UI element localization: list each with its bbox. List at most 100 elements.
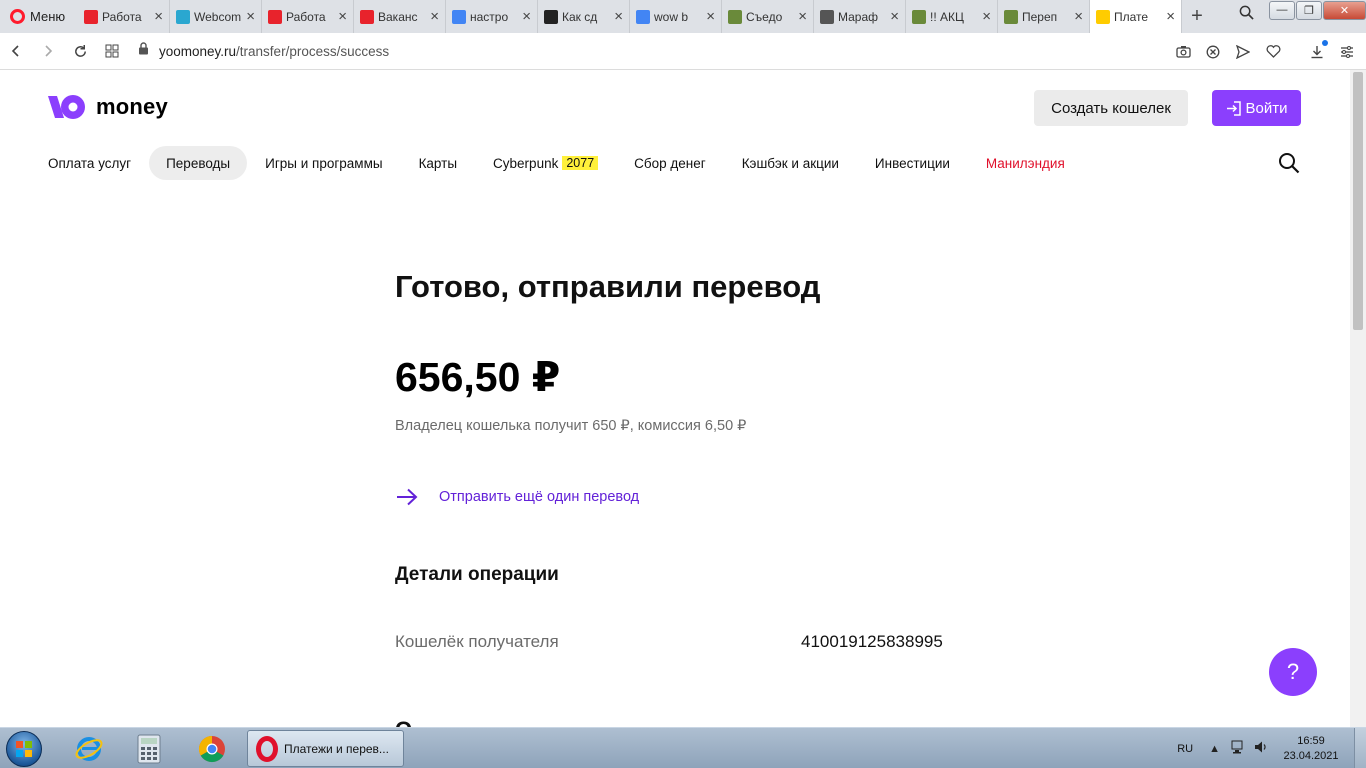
nav-item[interactable]: Игры и программы	[247, 146, 400, 180]
browser-tab[interactable]: Работа ×	[78, 0, 170, 33]
restore-button[interactable]: ❐	[1296, 0, 1322, 20]
show-hidden-icons-icon[interactable]: ▲	[1209, 743, 1220, 755]
browser-tab-title: Как сд	[562, 9, 598, 24]
rabota-r-icon	[84, 9, 98, 24]
start-button[interactable]	[2, 729, 46, 768]
opera-menu-button[interactable]: Меню	[0, 0, 78, 33]
browser-tab-title: настро	[470, 9, 509, 24]
scrollbar-thumb[interactable]	[1353, 72, 1363, 330]
window-controls: — ❐ ✕	[1239, 0, 1366, 20]
chrome-icon[interactable]	[185, 731, 239, 767]
close-tab-icon[interactable]: ×	[246, 8, 255, 25]
globe-icon	[912, 9, 926, 24]
back-arrow-icon[interactable]	[0, 36, 32, 66]
main-navigation: Оплата услуг Переводы Игры и программы Карт…	[48, 146, 1083, 180]
download-icon[interactable]	[1304, 37, 1330, 67]
recipient-wallet-label: Кошелёк получателя	[395, 632, 559, 651]
send-again-label: Отправить ещё один перевод	[439, 489, 640, 505]
yoomoney-logo[interactable]: money	[48, 92, 168, 122]
browser-tab[interactable]: Ваканс ×	[354, 0, 446, 33]
windows-taskbar: Платежи и перев... RU ▲ 16:59 23.04.2021	[0, 727, 1366, 768]
browser-tab-title: Ваканс	[378, 9, 418, 24]
transfer-breakdown: Владелец кошелька получит 650 ₽, комисси…	[395, 418, 747, 434]
reload-icon[interactable]	[64, 36, 96, 66]
nav-item-label: Игры и программы	[265, 155, 383, 171]
download-dot-indicator	[1322, 39, 1328, 46]
close-tab-icon[interactable]: ×	[154, 8, 163, 25]
nav-item-label: Переводы	[166, 155, 231, 171]
camera-snapshot-icon[interactable]	[1170, 37, 1196, 67]
minimize-button[interactable]: —	[1269, 0, 1295, 20]
show-desktop-button[interactable]	[1354, 728, 1366, 768]
browser-tab-strip: Меню Работа × Webcom × Работа × Ваканс × настро ×…	[0, 0, 1366, 33]
close-tab-icon[interactable]: ×	[522, 8, 531, 25]
close-tab-icon[interactable]: ×	[338, 8, 347, 25]
browser-tab[interactable]: wow b ×	[630, 0, 722, 33]
page-title: Готово, отправили перевод	[395, 269, 821, 304]
internet-explorer-icon[interactable]	[62, 731, 116, 767]
easy-setup-icon[interactable]	[1334, 37, 1360, 67]
globe-icon	[1004, 9, 1018, 24]
url-path: /transfer/process/success	[236, 43, 390, 59]
speed-dial-grid-icon[interactable]	[96, 36, 128, 66]
close-tab-icon[interactable]: ×	[430, 8, 439, 25]
browser-tab[interactable]: Переп ×	[998, 0, 1090, 33]
browser-tab[interactable]: Съедо ×	[722, 0, 814, 33]
taskbar-window-title: Платежи и перев...	[284, 741, 389, 756]
close-window-button[interactable]: ✕	[1323, 0, 1366, 20]
close-tab-icon[interactable]: ×	[1166, 8, 1175, 25]
taskbar-opera-window[interactable]: Платежи и перев...	[247, 730, 404, 767]
nav-item[interactable]: Переводы	[149, 146, 248, 180]
lock-icon[interactable]	[138, 42, 149, 60]
system-clock[interactable]: 16:59 23.04.2021	[1278, 734, 1344, 764]
browser-tab[interactable]: Webcom ×	[170, 0, 262, 33]
language-indicator[interactable]: RU	[1177, 743, 1193, 755]
login-button[interactable]: Войти	[1212, 90, 1301, 126]
nav-item[interactable]: Манилэндия	[968, 146, 1083, 180]
close-tab-icon[interactable]: ×	[890, 8, 899, 25]
nav-item-label: Кэшбэк и акции	[741, 155, 839, 171]
browser-tab[interactable]: настро ×	[446, 0, 538, 33]
browser-tab[interactable]: !! АКЦ ×	[906, 0, 998, 33]
heart-bookmark-icon[interactable]	[1260, 37, 1286, 67]
volume-icon[interactable]	[1254, 740, 1268, 757]
nav-item[interactable]: Сбор денег	[616, 146, 724, 180]
new-tab-button[interactable]: +	[1182, 0, 1212, 33]
google-g-icon	[636, 9, 650, 24]
nav-item[interactable]: Карты	[401, 146, 475, 180]
nav-item[interactable]: Кэшбэк и акции	[724, 146, 857, 180]
windows-logo-icon	[6, 730, 42, 767]
browser-tab[interactable]: Работа ×	[262, 0, 354, 33]
address-bar-actions	[1170, 33, 1360, 70]
url-field[interactable]: yoomoney.ru/transfer/process/success	[159, 44, 389, 59]
close-tab-icon[interactable]: ×	[1074, 8, 1083, 25]
nav-item-label: Оплата услуг	[48, 155, 132, 171]
browser-tab-title: Работа	[286, 9, 326, 24]
adblock-icon[interactable]	[1200, 37, 1226, 67]
browser-tab[interactable]: Мараф ×	[814, 0, 906, 33]
create-wallet-button[interactable]: Создать кошелек	[1034, 90, 1188, 126]
calculator-icon[interactable]	[122, 731, 176, 767]
browser-tab[interactable]: Как сд ×	[538, 0, 630, 33]
tab-search-icon[interactable]	[1239, 5, 1254, 25]
transfer-amount: 656,50 ₽	[395, 354, 561, 400]
close-tab-icon[interactable]: ×	[982, 8, 991, 25]
close-tab-icon[interactable]: ×	[706, 8, 715, 25]
page-viewport: money Создать кошелек Войти Оплата услуг…	[0, 70, 1350, 727]
nav-item[interactable]: Инвестиции	[857, 146, 968, 180]
send-share-icon[interactable]	[1230, 37, 1256, 67]
opera-menu-label: Меню	[30, 9, 66, 24]
browser-tab-title: Мараф	[838, 9, 879, 24]
forward-arrow-icon[interactable]	[32, 36, 64, 66]
page-scrollbar[interactable]	[1350, 70, 1366, 727]
close-tab-icon[interactable]: ×	[798, 8, 807, 25]
t-circle-icon	[820, 9, 834, 24]
site-search-icon[interactable]	[1278, 152, 1300, 179]
close-tab-icon[interactable]: ×	[614, 8, 623, 25]
network-icon[interactable]	[1230, 740, 1244, 757]
browser-tab[interactable]: Плате ×	[1090, 0, 1182, 33]
nav-item[interactable]: Cyberpunk 2077	[475, 146, 616, 180]
nav-item[interactable]: Оплата услуг	[48, 146, 149, 180]
send-again-link[interactable]: Отправить ещё один перевод	[395, 488, 639, 506]
help-button[interactable]: ?	[1269, 648, 1317, 696]
